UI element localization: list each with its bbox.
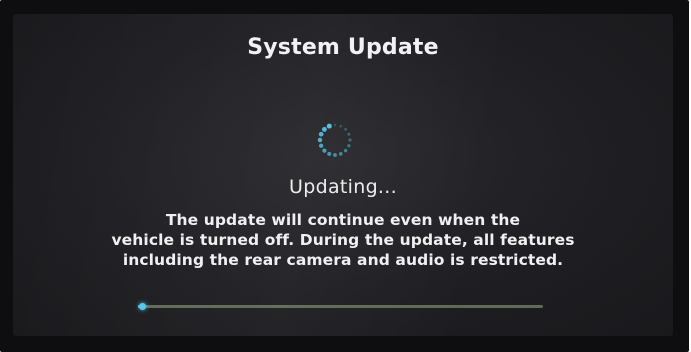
page-title: System Update xyxy=(247,35,439,60)
progress-indicator xyxy=(139,303,147,310)
spinner-dot xyxy=(339,124,343,128)
spinner-dot xyxy=(318,143,324,148)
spinner-dot xyxy=(333,123,337,127)
spinner-dot xyxy=(333,153,337,157)
spinner-dot xyxy=(347,132,351,136)
update-notice-line-1: The update will continue even when the xyxy=(165,211,521,229)
spinner-dot xyxy=(344,128,347,131)
spinner-dot xyxy=(317,137,323,143)
infotainment-screen: System Update Updating... The update wil… xyxy=(13,14,673,336)
spinner-dot xyxy=(322,148,327,153)
update-status-text: Updating... xyxy=(289,176,397,198)
spinner-dot xyxy=(327,151,332,156)
display-bezel: System Update Updating... The update wil… xyxy=(0,0,689,352)
screen-glare xyxy=(13,14,673,336)
update-notice-line-2: vehicle is turned off. During the update… xyxy=(111,231,575,249)
update-notice: The update will continue even when the v… xyxy=(38,210,648,270)
spinner-dot xyxy=(347,144,351,148)
spinner-dot xyxy=(326,123,332,129)
spinner-dot xyxy=(321,126,327,132)
update-notice-line-3: including the rear camera and audio is r… xyxy=(122,251,564,269)
spinner-dot xyxy=(318,131,324,137)
spinner-dot xyxy=(348,138,352,142)
progress-bar xyxy=(138,303,543,310)
photo-frame: System Update Updating... The update wil… xyxy=(0,0,691,352)
spinner-dot xyxy=(338,152,343,156)
spinner-dot xyxy=(343,148,348,153)
loading-spinner-icon xyxy=(317,123,352,157)
